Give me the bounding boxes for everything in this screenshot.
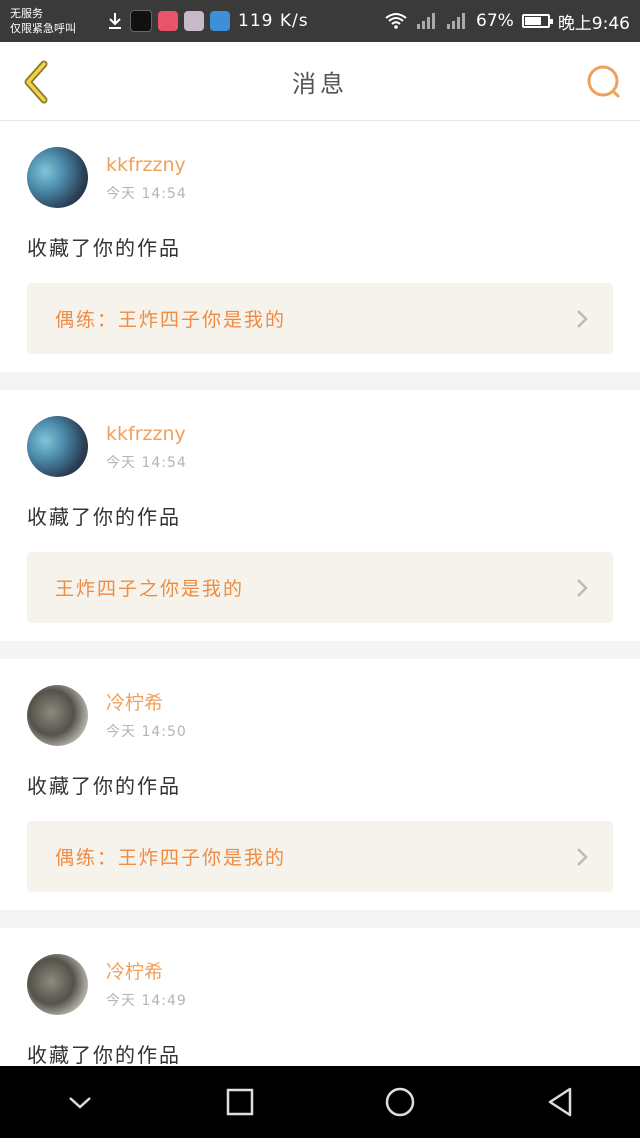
username[interactable]: 冷柠希 <box>106 960 187 984</box>
download-icon <box>109 13 121 29</box>
tiktok-icon <box>130 10 152 32</box>
chevron-down-icon <box>69 1097 91 1109</box>
username[interactable]: kkfrzzny <box>106 422 187 446</box>
signal-icon <box>447 13 466 29</box>
message-list: kkfrzzny 今天 14:54 收藏了你的作品 偶练：王炸四子你是我的 kk… <box>0 121 640 1104</box>
work-title: 偶练：王炸四子你是我的 <box>55 847 287 869</box>
chevron-right-icon <box>577 578 588 597</box>
message-text: 收藏了你的作品 <box>27 236 181 260</box>
avatar[interactable] <box>27 416 88 477</box>
system-nav-bar <box>0 1066 640 1138</box>
message-text: 收藏了你的作品 <box>27 1043 181 1067</box>
message-header: 冷柠希 今天 14:50 <box>27 685 613 746</box>
work-link[interactable]: 王炸四子之你是我的 <box>27 552 613 623</box>
back-button[interactable] <box>18 60 58 104</box>
timestamp: 今天 14:54 <box>106 185 187 202</box>
chevron-right-icon <box>577 847 588 866</box>
message-text: 收藏了你的作品 <box>27 774 181 798</box>
search-button[interactable] <box>584 62 624 102</box>
status-right: 67% 晚上9:46 <box>384 9 630 34</box>
work-link[interactable]: 偶练：王炸四子你是我的 <box>27 283 613 354</box>
top-app-bar: 消息 <box>0 42 640 121</box>
message-header: 冷柠希 今天 14:49 <box>27 954 613 1015</box>
message-card: 冷柠希 今天 14:50 收藏了你的作品 偶练：王炸四子你是我的 <box>0 659 640 910</box>
message-header: kkfrzzny 今天 14:54 <box>27 147 613 208</box>
work-title: 王炸四子之你是我的 <box>55 578 245 600</box>
carrier-status: 无服务 仅限紧急呼叫 <box>10 6 102 36</box>
home-button[interactable] <box>376 1078 424 1126</box>
chevron-right-icon <box>577 309 588 328</box>
timestamp: 今天 14:54 <box>106 454 187 471</box>
message-card: kkfrzzny 今天 14:54 收藏了你的作品 王炸四子之你是我的 <box>0 390 640 641</box>
signal-icon <box>417 13 436 29</box>
battery-icon <box>521 14 553 28</box>
page-title: 消息 <box>292 69 348 98</box>
carrier-line-2: 仅限紧急呼叫 <box>10 22 76 35</box>
avatar[interactable] <box>27 147 88 208</box>
user-meta: 冷柠希 今天 14:50 <box>106 691 187 741</box>
message-text: 收藏了你的作品 <box>27 505 181 529</box>
triangle-back-icon <box>548 1087 572 1117</box>
battery-percent: 67% <box>476 11 514 31</box>
message-card: 冷柠希 今天 14:49 收藏了你的作品 <box>0 928 640 1086</box>
status-bar: 无服务 仅限紧急呼叫 119 K/s 67% 晚上9:46 <box>0 0 640 42</box>
system-back-button[interactable] <box>536 1078 584 1126</box>
message-card: kkfrzzny 今天 14:54 收藏了你的作品 偶练：王炸四子你是我的 <box>0 121 640 372</box>
avatar[interactable] <box>27 954 88 1015</box>
work-title: 偶练：王炸四子你是我的 <box>55 309 287 331</box>
app-icon <box>184 11 204 31</box>
avatar[interactable] <box>27 685 88 746</box>
wifi-icon <box>385 13 407 29</box>
clock: 晚上9:46 <box>557 13 630 34</box>
notification-icons <box>106 10 230 32</box>
recents-button[interactable] <box>216 1078 264 1126</box>
square-icon <box>226 1088 254 1116</box>
search-icon <box>587 65 620 98</box>
chevron-left-icon <box>24 60 48 104</box>
app-icon <box>158 11 178 31</box>
user-meta: kkfrzzny 今天 14:54 <box>106 422 187 472</box>
work-link[interactable]: 偶练：王炸四子你是我的 <box>27 821 613 892</box>
net-speed: 119 K/s <box>238 11 309 31</box>
user-meta: kkfrzzny 今天 14:54 <box>106 153 187 203</box>
timestamp: 今天 14:49 <box>106 992 187 1009</box>
username[interactable]: kkfrzzny <box>106 153 187 177</box>
carrier-line-1: 无服务 <box>10 7 43 20</box>
username[interactable]: 冷柠希 <box>106 691 187 715</box>
circle-icon <box>385 1087 415 1117</box>
user-meta: 冷柠希 今天 14:49 <box>106 960 187 1010</box>
timestamp: 今天 14:50 <box>106 723 187 740</box>
app-icon <box>210 11 230 31</box>
collapse-button[interactable] <box>56 1078 104 1126</box>
message-header: kkfrzzny 今天 14:54 <box>27 416 613 477</box>
